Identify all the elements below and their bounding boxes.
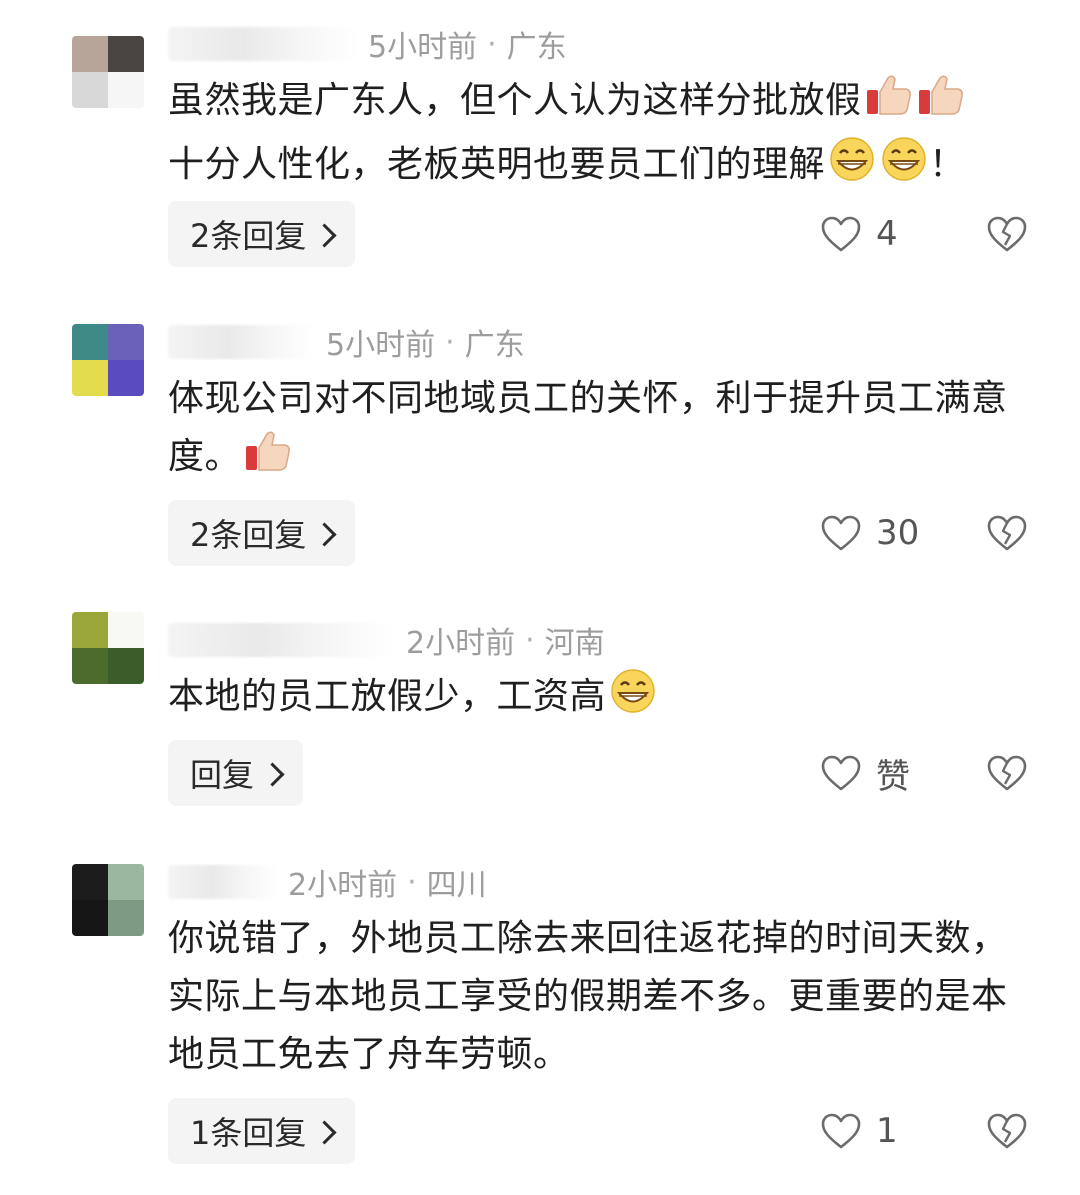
reply-label: 2条回复 — [190, 516, 307, 554]
grin-icon — [608, 668, 658, 732]
comment-meta: 5小时前 · 广东 — [168, 24, 567, 65]
comment-text: 你说错了，外地员工除去来回往返花掉的时间天数，实际上与本地员工享受的假期差不多。… — [168, 910, 1040, 1084]
chevron-right-icon — [312, 222, 337, 248]
like-button[interactable]: 4 — [820, 201, 898, 267]
avatar[interactable] — [72, 864, 144, 936]
broken-heart-icon — [987, 1113, 1027, 1149]
comment-location: 广东 — [464, 328, 525, 363]
comment-text-part: ！ — [929, 144, 966, 185]
reply-label: 1条回复 — [190, 1114, 307, 1152]
comment-time: 2小时前 — [406, 626, 516, 661]
meta-separator: · — [525, 622, 535, 658]
view-replies-button[interactable]: 1条回复 — [168, 1098, 356, 1164]
broken-heart-icon — [987, 755, 1027, 791]
avatar-tile — [108, 360, 144, 396]
like-count: 4 — [876, 214, 898, 254]
like-count: 1 — [876, 1111, 898, 1151]
heart-icon — [821, 1113, 861, 1149]
grin-icon — [827, 136, 877, 200]
username-redacted[interactable] — [168, 623, 396, 657]
avatar-tile — [72, 900, 108, 936]
comment-text-part: 本地的员工放假少，工资高 — [168, 676, 607, 717]
comment-meta: 2小时前 · 河南 — [168, 620, 605, 661]
avatar[interactable] — [72, 324, 144, 396]
avatar-tile — [72, 36, 108, 72]
meta-separator: · — [445, 324, 455, 360]
comment-meta: 2小时前 · 四川 — [168, 862, 487, 903]
thumbs-up-icon — [243, 428, 293, 492]
comment-text-part: 体现公司对不同地域员工的关怀，利于提升员工满意度。 — [168, 378, 1008, 477]
comment-time: 5小时前 — [326, 328, 436, 363]
username-redacted[interactable] — [168, 865, 278, 899]
avatar-tile — [108, 72, 144, 108]
avatar-tile — [108, 36, 144, 72]
comment-text-part: 十分人性化，老板英明也要员工们的理解 — [168, 144, 826, 185]
heart-icon — [821, 515, 861, 551]
comment-text: 本地的员工放假少，工资高 — [168, 668, 1040, 732]
comment-location: 河南 — [544, 626, 605, 661]
username-redacted[interactable] — [168, 27, 358, 61]
comment-text-part: 你说错了，外地员工除去来回往返花掉的时间天数，实际上与本地员工享受的假期差不多。… — [168, 918, 1008, 1075]
avatar-tile — [72, 864, 108, 900]
like-count: 30 — [876, 513, 920, 553]
grin-icon — [879, 136, 929, 200]
chevron-right-icon — [312, 1119, 337, 1145]
avatar-tile — [72, 612, 108, 648]
chevron-right-icon — [312, 521, 337, 547]
avatar-tile — [108, 648, 144, 684]
avatar-tile — [108, 612, 144, 648]
meta-separator: · — [487, 26, 497, 62]
dislike-button[interactable] — [986, 500, 1028, 566]
like-button[interactable]: 赞 — [820, 740, 910, 806]
reply-button[interactable]: 回复 — [168, 740, 304, 806]
view-replies-button[interactable]: 2条回复 — [168, 201, 356, 267]
avatar[interactable] — [72, 36, 144, 108]
thumbs-up-icon — [864, 72, 914, 136]
comment-meta: 5小时前 · 广东 — [168, 322, 525, 363]
heart-icon — [821, 755, 861, 791]
dislike-button[interactable] — [986, 201, 1028, 267]
avatar-tile — [72, 360, 108, 396]
thumbs-up-icon — [916, 72, 966, 136]
avatar-tile — [72, 324, 108, 360]
like-button[interactable]: 1 — [820, 1098, 898, 1164]
comment-time: 2小时前 — [288, 868, 398, 903]
like-button[interactable]: 30 — [820, 500, 919, 566]
comment-time: 5小时前 — [368, 30, 478, 65]
comment-text: 体现公司对不同地域员工的关怀，利于提升员工满意度。 — [168, 370, 1040, 492]
comment-location: 四川 — [426, 868, 487, 903]
chevron-right-icon — [260, 761, 285, 787]
reply-label: 2条回复 — [190, 217, 307, 255]
username-redacted[interactable] — [168, 325, 316, 359]
comment-text: 虽然我是广东人，但个人认为这样分批放假 十分人性化，老板英明也要员工们的理解 ！ — [168, 72, 1040, 200]
broken-heart-icon — [987, 515, 1027, 551]
heart-icon — [821, 216, 861, 252]
avatar-tile — [72, 648, 108, 684]
avatar-tile — [108, 324, 144, 360]
avatar-tile — [108, 900, 144, 936]
meta-separator: · — [407, 864, 417, 900]
like-count: 赞 — [876, 756, 910, 797]
view-replies-button[interactable]: 2条回复 — [168, 500, 356, 566]
avatar[interactable] — [72, 612, 144, 684]
dislike-button[interactable] — [986, 1098, 1028, 1164]
dislike-button[interactable] — [986, 740, 1028, 806]
avatar-tile — [72, 72, 108, 108]
avatar-tile — [108, 864, 144, 900]
broken-heart-icon — [987, 216, 1027, 252]
comment-text-part: 虽然我是广东人，但个人认为这样分批放假 — [168, 80, 862, 121]
comment-location: 广东 — [506, 30, 567, 65]
reply-label: 回复 — [190, 756, 255, 794]
